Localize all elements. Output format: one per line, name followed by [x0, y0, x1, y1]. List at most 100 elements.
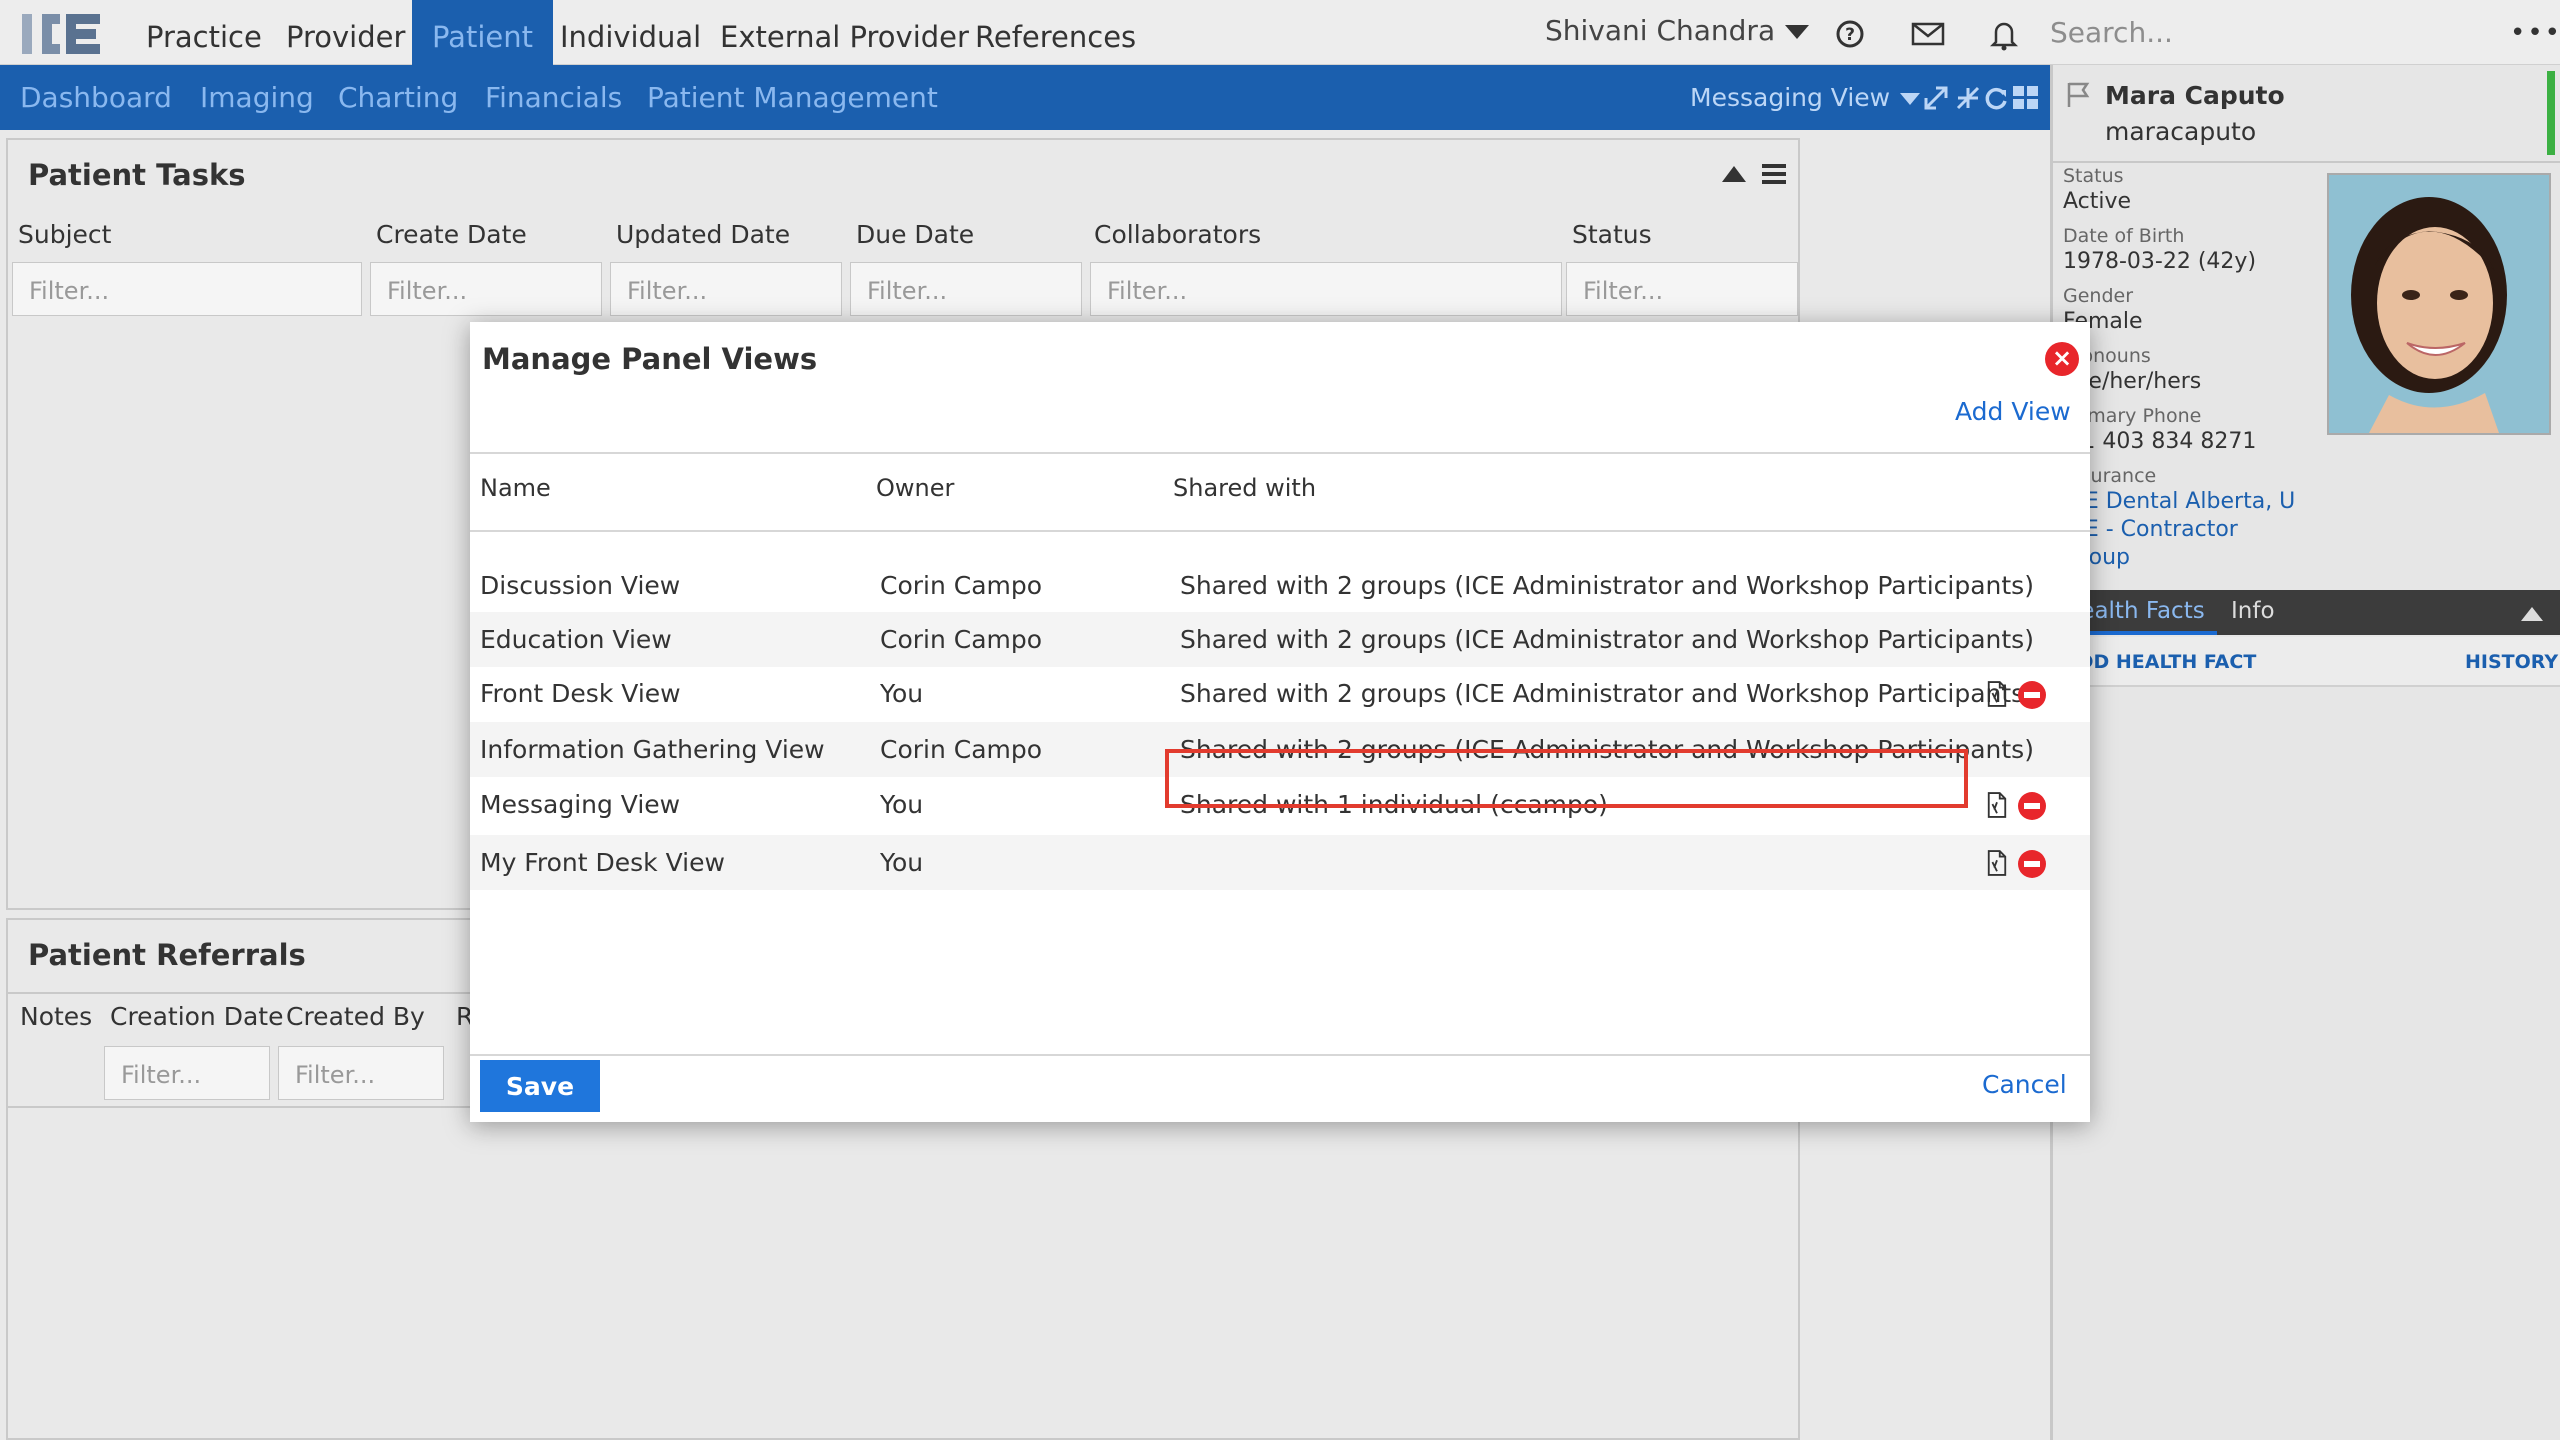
divider: [470, 530, 2090, 532]
view-shared-with: Shared with 2 groups (ICE Administrator …: [1180, 571, 2034, 600]
status-indicator: [2547, 71, 2555, 155]
subnav-financials[interactable]: Financials: [485, 65, 622, 130]
dob-value: 1978-03-22 (42y): [2063, 249, 2257, 274]
phone-value[interactable]: +1 403 834 8271: [2063, 429, 2256, 454]
svg-text:?: ?: [1845, 25, 1855, 45]
bell-icon[interactable]: [1984, 14, 2024, 54]
flag-icon[interactable]: [2065, 81, 2091, 109]
ice-logo[interactable]: [22, 12, 104, 56]
collapse-icon[interactable]: [1954, 84, 1982, 112]
view-owner: You: [880, 790, 924, 819]
share-document-icon[interactable]: [1986, 679, 2008, 709]
mail-icon[interactable]: [1908, 14, 1948, 54]
tab-info[interactable]: Info: [2231, 598, 2275, 624]
search-input[interactable]: [2040, 8, 2500, 56]
patient-info-panel: Mara Caputo maracaputo Status Active Dat…: [2050, 65, 2560, 1440]
insurance-link[interactable]: ICE Dental Alberta, U: [2063, 489, 2295, 514]
panel-view-label: Messaging View: [1690, 83, 1891, 112]
status-label: Status: [2063, 165, 2124, 187]
remove-icon[interactable]: [2018, 792, 2046, 820]
subnav-charting[interactable]: Charting: [338, 65, 458, 130]
view-owner: Corin Campo: [880, 571, 1043, 600]
patient-sub-navigation: Dashboard Imaging Charting Financials Pa…: [0, 65, 2050, 130]
topnav-references[interactable]: References: [955, 0, 1156, 65]
creation-date-filter[interactable]: Filter...: [104, 1046, 270, 1100]
patient-name: Mara Caputo: [2105, 81, 2285, 110]
close-icon[interactable]: ×: [2045, 342, 2079, 376]
highlight-box: [1165, 749, 1968, 808]
dialog-title: Manage Panel Views: [482, 342, 818, 376]
column-collaborators[interactable]: Collaborators: [1094, 220, 1261, 249]
column-due-date[interactable]: Due Date: [856, 220, 974, 249]
view-owner: You: [880, 679, 924, 708]
panel-title: Patient Referrals: [28, 938, 306, 972]
manage-panel-views-dialog: Manage Panel Views × Add View Name Owner…: [470, 322, 2090, 1122]
more-icon[interactable]: •••: [2510, 18, 2560, 48]
dob-label: Date of Birth: [2063, 225, 2185, 247]
view-shared-with: Shared with 2 groups (ICE Administrator …: [1180, 679, 2034, 708]
refresh-icon[interactable]: [1982, 84, 2010, 112]
view-owner: Corin Campo: [880, 735, 1043, 764]
cancel-button[interactable]: Cancel: [1982, 1070, 2067, 1099]
view-owner: Corin Campo: [880, 625, 1043, 654]
collapse-up-icon[interactable]: [2519, 603, 2545, 623]
column-status[interactable]: Status: [1572, 220, 1652, 249]
column-shared-with: Shared with: [1173, 474, 1317, 502]
divider: [470, 1054, 2090, 1056]
save-button[interactable]: Save: [480, 1060, 600, 1112]
column-notes[interactable]: Notes: [20, 1002, 92, 1031]
chevron-down-icon: [1900, 93, 1921, 105]
help-icon[interactable]: ?: [1830, 14, 1870, 54]
add-health-fact-link[interactable]: ADD HEALTH FACT: [2063, 651, 2256, 673]
column-creation-date[interactable]: Creation Date: [110, 1002, 283, 1031]
table-row[interactable]: Front Desk View You Shared with 2 groups (…: [470, 666, 2090, 721]
due-date-filter[interactable]: Filter...: [850, 262, 1082, 316]
column-created-by[interactable]: Created By: [286, 1002, 425, 1031]
view-owner: You: [880, 848, 924, 877]
expand-icon[interactable]: [1922, 84, 1950, 112]
status-filter[interactable]: Filter...: [1566, 262, 1798, 316]
topnav-patient[interactable]: Patient: [412, 0, 553, 65]
share-document-icon[interactable]: [1986, 848, 2008, 878]
panel-view-select[interactable]: Messaging View: [1690, 65, 1921, 130]
table-row[interactable]: My Front Desk View You: [470, 835, 2090, 890]
subnav-patient-management[interactable]: Patient Management: [647, 65, 938, 130]
updated-date-filter[interactable]: Filter...: [610, 262, 842, 316]
create-date-filter[interactable]: Filter...: [370, 262, 602, 316]
table-row[interactable]: Discussion View Corin Campo Shared with 2 …: [470, 558, 2090, 613]
remove-icon[interactable]: [2018, 850, 2046, 878]
column-subject[interactable]: Subject: [18, 220, 111, 249]
column-updated-date[interactable]: Updated Date: [616, 220, 790, 249]
subnav-dashboard[interactable]: Dashboard: [20, 65, 172, 130]
divider: [470, 452, 2090, 454]
gender-label: Gender: [2063, 285, 2134, 307]
collapse-up-icon[interactable]: [1720, 162, 1748, 184]
share-document-icon[interactable]: [1986, 790, 2008, 820]
collaborators-filter[interactable]: Filter...: [1090, 262, 1562, 316]
user-menu[interactable]: Shivani Chandra: [1545, 14, 1810, 47]
topnav-individual[interactable]: Individual: [540, 0, 721, 65]
column-name: Name: [480, 474, 551, 502]
menu-icon[interactable]: [1760, 162, 1788, 186]
top-navigation-bar: Practice Provider Patient Individual Ext…: [0, 0, 2560, 65]
column-create-date[interactable]: Create Date: [376, 220, 527, 249]
subject-filter[interactable]: Filter...: [12, 262, 362, 316]
panel-title: Patient Tasks: [28, 158, 246, 192]
subnav-imaging[interactable]: Imaging: [200, 65, 314, 130]
topnav-provider[interactable]: Provider: [266, 0, 425, 65]
table-row[interactable]: Education View Corin Campo Shared with 2 g…: [470, 612, 2090, 667]
view-shared-with: Shared with 2 groups (ICE Administrator …: [1180, 625, 2034, 654]
created-by-filter[interactable]: Filter...: [278, 1046, 444, 1100]
view-name: Discussion View: [480, 571, 681, 600]
view-name: Information Gathering View: [480, 735, 825, 764]
view-name: Education View: [480, 625, 672, 654]
remove-icon[interactable]: [2018, 681, 2046, 709]
topnav-external-provider[interactable]: External Provider: [700, 0, 989, 65]
patient-photo: [2327, 173, 2551, 435]
view-name: Front Desk View: [480, 679, 681, 708]
grid-icon[interactable]: [2012, 85, 2040, 111]
add-view-link[interactable]: Add View: [1955, 397, 2071, 426]
history-link[interactable]: HISTORY: [2465, 651, 2558, 673]
topnav-practice[interactable]: Practice: [126, 0, 282, 65]
status-value: Active: [2063, 189, 2132, 214]
